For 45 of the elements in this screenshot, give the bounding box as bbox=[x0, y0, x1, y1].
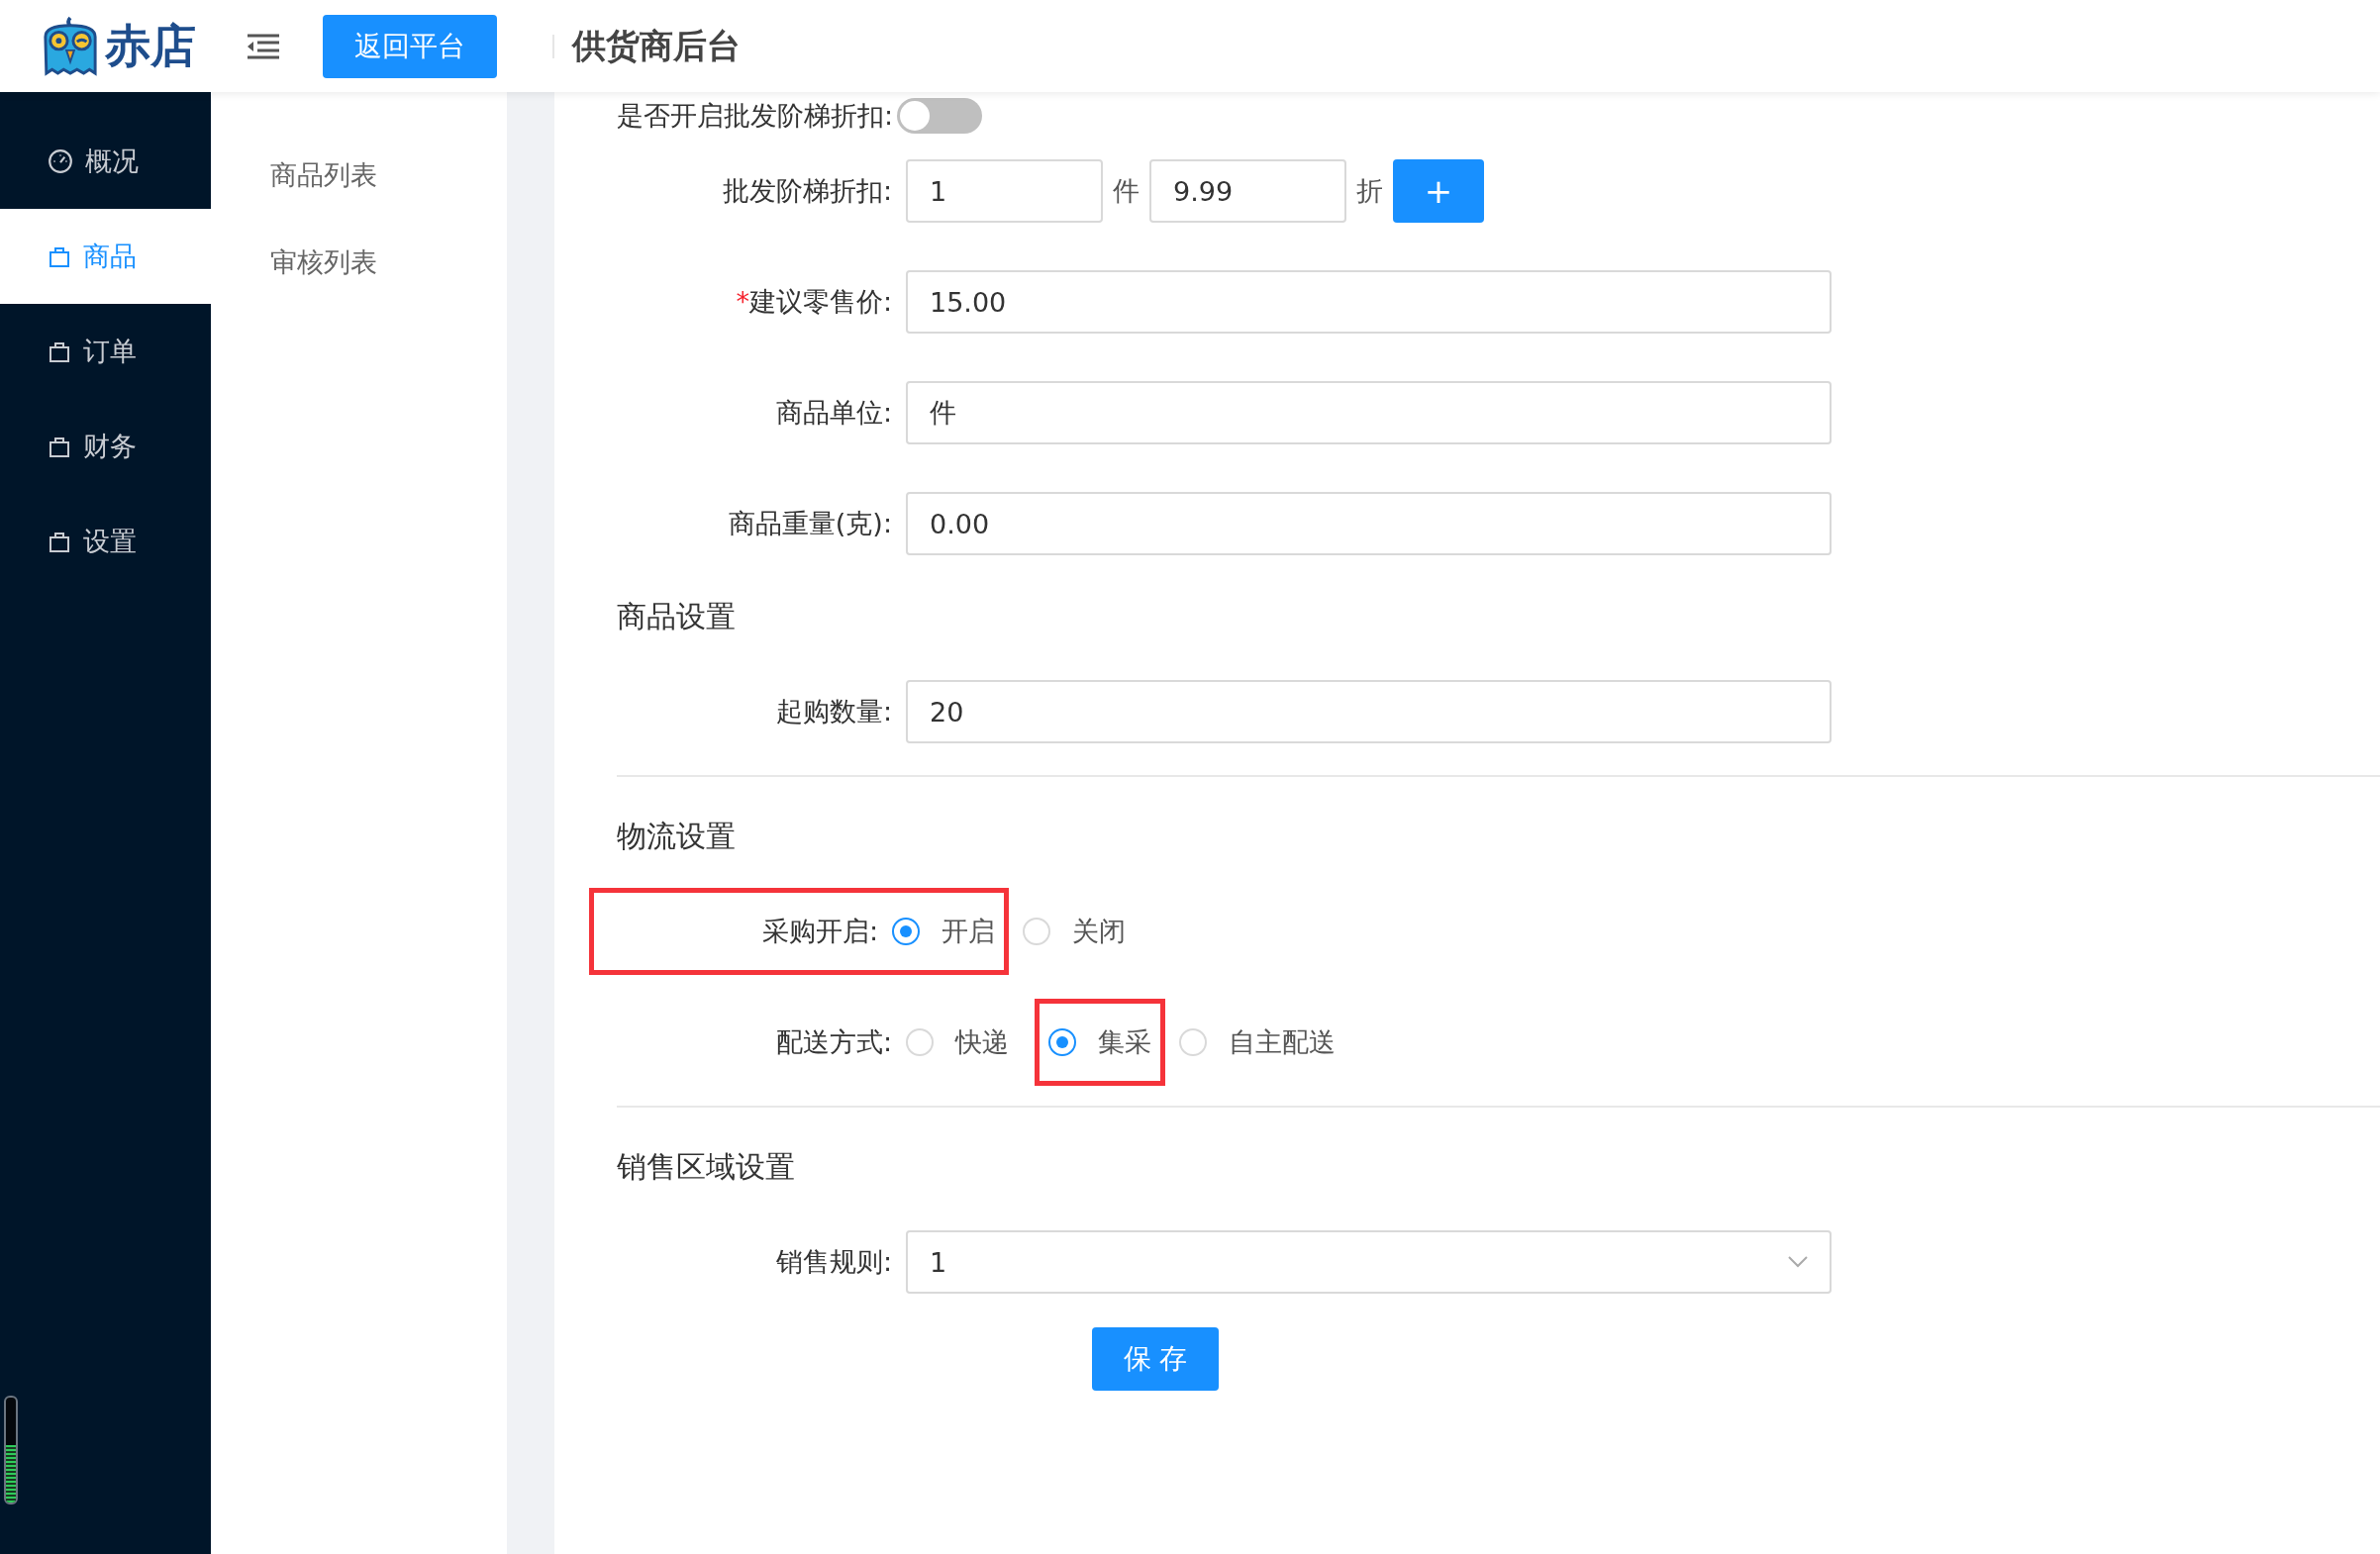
field-label: 是否开启批发阶梯折扣: bbox=[617, 99, 895, 133]
field-label: 批发阶梯折扣: bbox=[721, 174, 893, 208]
section-title: 商品设置 bbox=[617, 597, 737, 635]
gauge-icon bbox=[48, 148, 73, 174]
brand-name: 赤店 bbox=[105, 17, 196, 74]
section-title: 物流设置 bbox=[617, 817, 737, 855]
radio-label[interactable]: 自主配送 bbox=[1229, 1024, 1336, 1060]
shopping-bag-icon bbox=[48, 244, 71, 268]
unit-label: 件 bbox=[1113, 174, 1140, 208]
select-field[interactable]: 1 bbox=[906, 1230, 1832, 1294]
submenu-item[interactable]: 商品列表 bbox=[211, 132, 507, 219]
field-label: 起购数量: bbox=[774, 695, 893, 728]
field-label: *建议零售价: bbox=[735, 285, 893, 319]
discount-input[interactable]: 9.99 bbox=[1149, 159, 1346, 223]
shopping-bag-icon bbox=[48, 530, 71, 553]
radio-label[interactable]: 关闭 bbox=[1072, 914, 1126, 949]
toggle-switch[interactable] bbox=[897, 98, 983, 134]
field-label: 采购开启: bbox=[760, 915, 879, 948]
text-input[interactable]: 15.00 bbox=[906, 270, 1832, 334]
field-label: 配送方式: bbox=[774, 1025, 893, 1059]
chevron-down-icon bbox=[1788, 1256, 1808, 1268]
radio-label[interactable]: 集采 bbox=[1098, 1024, 1151, 1060]
page-title: 供货商后台 bbox=[572, 24, 741, 67]
field-label: 商品重量(克): bbox=[727, 507, 893, 540]
sidebar-item[interactable]: 设置 bbox=[0, 494, 211, 589]
radio-button[interactable] bbox=[892, 918, 920, 945]
quantity-input[interactable]: 1 bbox=[906, 159, 1103, 223]
text-input[interactable]: 20 bbox=[906, 680, 1832, 743]
text-input[interactable]: 0.00 bbox=[906, 492, 1832, 555]
shopping-bag-icon bbox=[48, 340, 71, 363]
menu-collapse-icon[interactable] bbox=[246, 33, 281, 59]
sidebar-item[interactable]: 概况 bbox=[0, 114, 211, 209]
sidebar-item[interactable]: 财务 bbox=[0, 399, 211, 494]
unit-label: 折 bbox=[1356, 174, 1383, 208]
field-label: 商品单位: bbox=[774, 396, 893, 430]
radio-label[interactable]: 快递 bbox=[955, 1024, 1009, 1060]
radio-label[interactable]: 开启 bbox=[942, 914, 995, 949]
section-title: 销售区域设置 bbox=[617, 1147, 796, 1186]
radio-button[interactable] bbox=[1048, 1028, 1076, 1056]
owl-logo-icon bbox=[42, 15, 99, 77]
shopping-bag-icon bbox=[48, 435, 71, 458]
field-label: 销售规则: bbox=[774, 1245, 893, 1279]
submenu-item[interactable]: 审核列表 bbox=[211, 219, 507, 306]
sidebar-item[interactable]: 订单 bbox=[0, 304, 211, 399]
text-input[interactable]: 件 bbox=[906, 381, 1832, 444]
